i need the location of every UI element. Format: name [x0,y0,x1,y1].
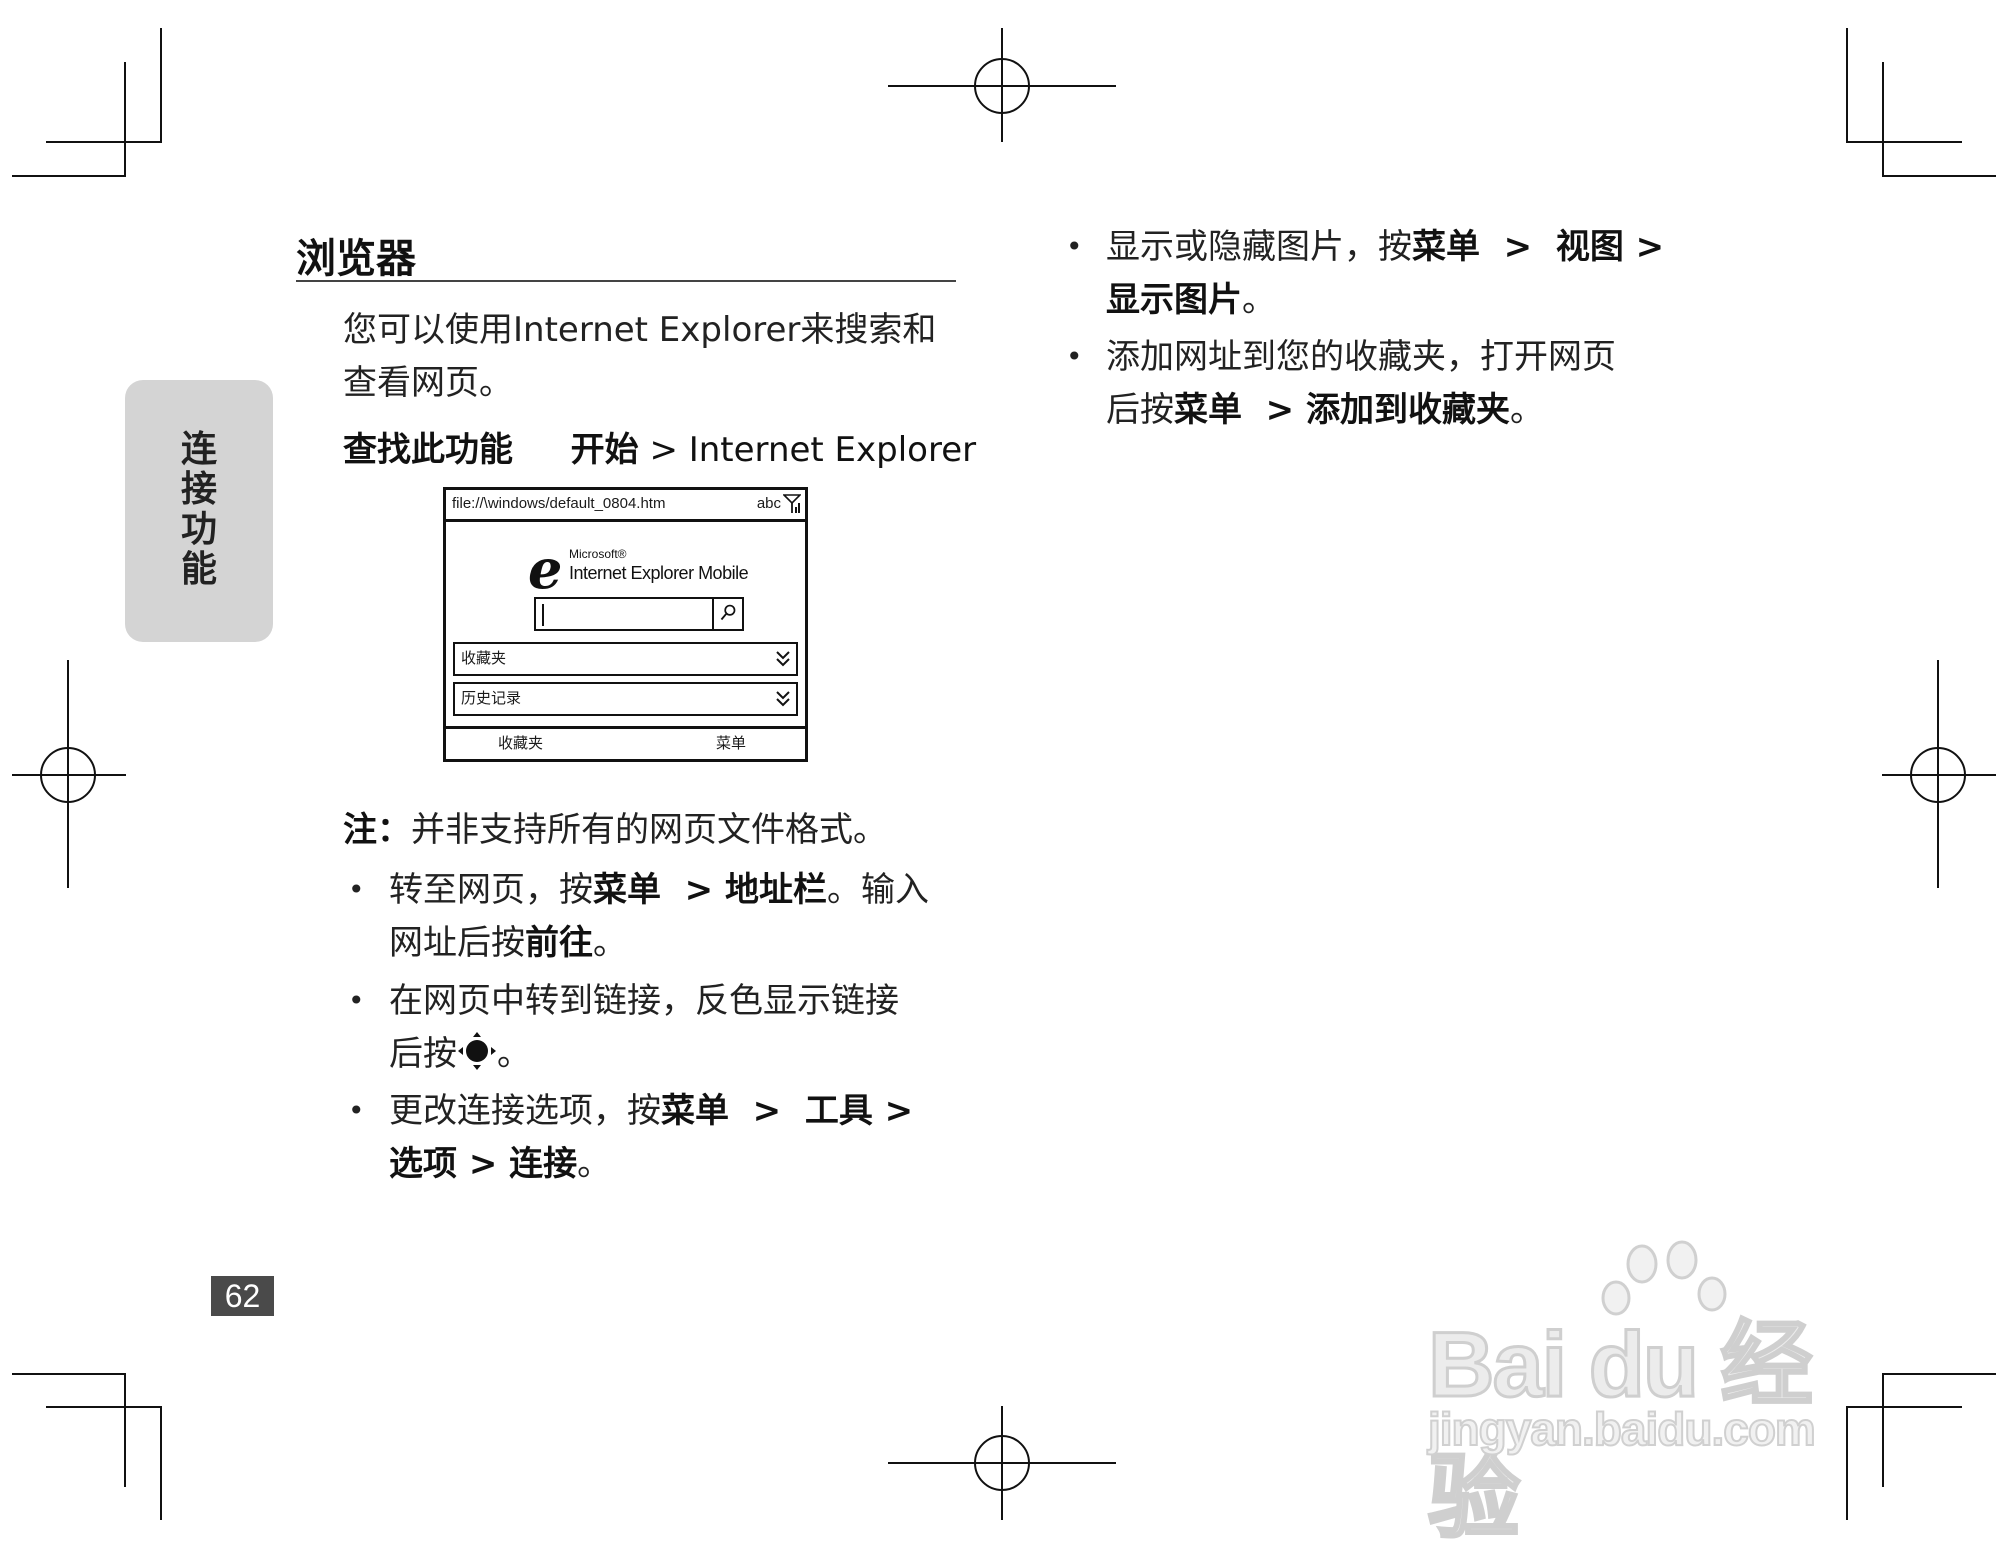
input-mode-indicator: abc [756,495,781,512]
double-chevron-down-icon [776,651,790,667]
find-path-start: 开始 [570,430,639,470]
section-heading: 浏览器 [296,236,416,282]
signal-icon [783,494,801,513]
bullet-marker: • [1066,230,1083,263]
find-path-rest: > Internet Explorer [649,430,977,470]
bullet-marker: • [348,984,365,1017]
bullet-marker: • [1066,340,1083,373]
chapter-tab: 连 接 功 能 [125,380,273,642]
list-item-connection-options: 更改连接选项，按菜单 > 工具 > 选项 > 连接。 [389,1091,914,1184]
softkey-favorites[interactable]: 收藏夹 [498,729,543,759]
find-function-line: 查找此功能 开始 > Internet Explorer [343,422,976,471]
brand-name: Internet Explorer Mobile [569,563,749,583]
navigation-pad-icon [458,1032,496,1070]
history-dropdown[interactable]: 历史记录 [453,682,798,716]
double-chevron-down-icon [776,691,790,707]
note-line: 注：并非支持所有的网页文件格式。 [343,802,887,851]
search-button[interactable] [712,599,742,629]
ie-logo-icon: e [528,537,563,601]
baidu-watermark: Bai du 经验 jingyan.baidu.com [1420,1240,1890,1551]
list-item-follow-link: 在网页中转到链接，反色显示链接 后按 。 [389,981,899,1074]
intro-paragraph: 您可以使用Internet Explorer来搜索和查看网页。 [343,310,937,403]
list-item-show-images: 显示或隐藏图片，按菜单 > 视图 > 显示图片。 [1106,227,1665,320]
search-icon [720,604,736,621]
history-dropdown-label: 历史记录 [461,690,522,707]
find-function-label: 查找此功能 [343,430,513,470]
heading-divider [296,280,956,282]
address-bar: file://\windows/default_0804.htm abc [446,490,805,522]
search-input[interactable] [534,597,744,631]
watermark-url: jingyan.baidu.com [1427,1402,1817,1456]
url-text: file://\windows/default_0804.htm [452,495,666,512]
note-text: 并非支持所有的网页文件格式。 [411,810,887,850]
favorites-dropdown-label: 收藏夹 [461,650,507,667]
softkey-menu[interactable]: 菜单 [716,729,746,759]
brand-microsoft: Microsoft® [569,547,627,561]
list-item-add-favorite: 添加网址到您的收藏夹，打开网页 后按菜单 > 添加到收藏夹。 [1106,337,1616,430]
chapter-tab-label: 连 接 功 能 [180,429,217,590]
softkey-bar: 收藏夹 菜单 [446,726,805,759]
bullet-marker: • [348,873,365,906]
list-item-go-to-page: 转至网页，按菜单 > 地址栏。输入 网址后按前往。 [389,870,929,963]
bullet-marker: • [348,1094,365,1127]
text-caret [542,604,544,626]
browser-screenshot: file://\windows/default_0804.htm abc e M… [443,487,808,762]
favorites-dropdown[interactable]: 收藏夹 [453,642,798,676]
page-number: 62 [211,1276,274,1316]
note-label: 注： [343,810,411,850]
